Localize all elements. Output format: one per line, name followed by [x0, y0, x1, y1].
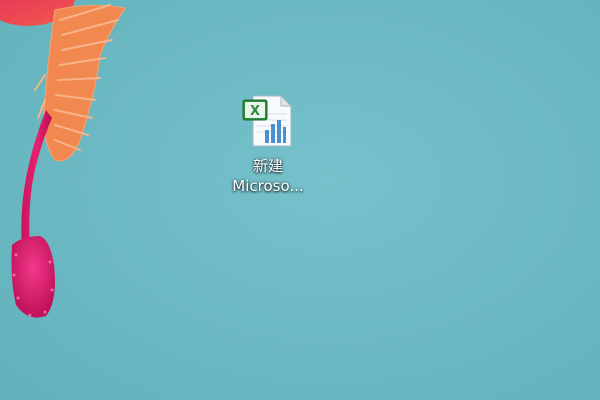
svg-text:X: X: [250, 104, 260, 119]
icon-label-line-2: Microso...: [232, 177, 304, 195]
flower-wallpaper-image: [0, 0, 127, 318]
desktop-icon-label: 新建 Microso...: [222, 156, 314, 196]
icon-label-line-1: 新建: [252, 157, 283, 175]
desktop-background[interactable]: X 新建 Microso...: [0, 0, 600, 400]
desktop-file-icon-excel[interactable]: X 新建 Microso...: [222, 92, 314, 196]
excel-spreadsheet-file-icon: X: [242, 94, 293, 147]
